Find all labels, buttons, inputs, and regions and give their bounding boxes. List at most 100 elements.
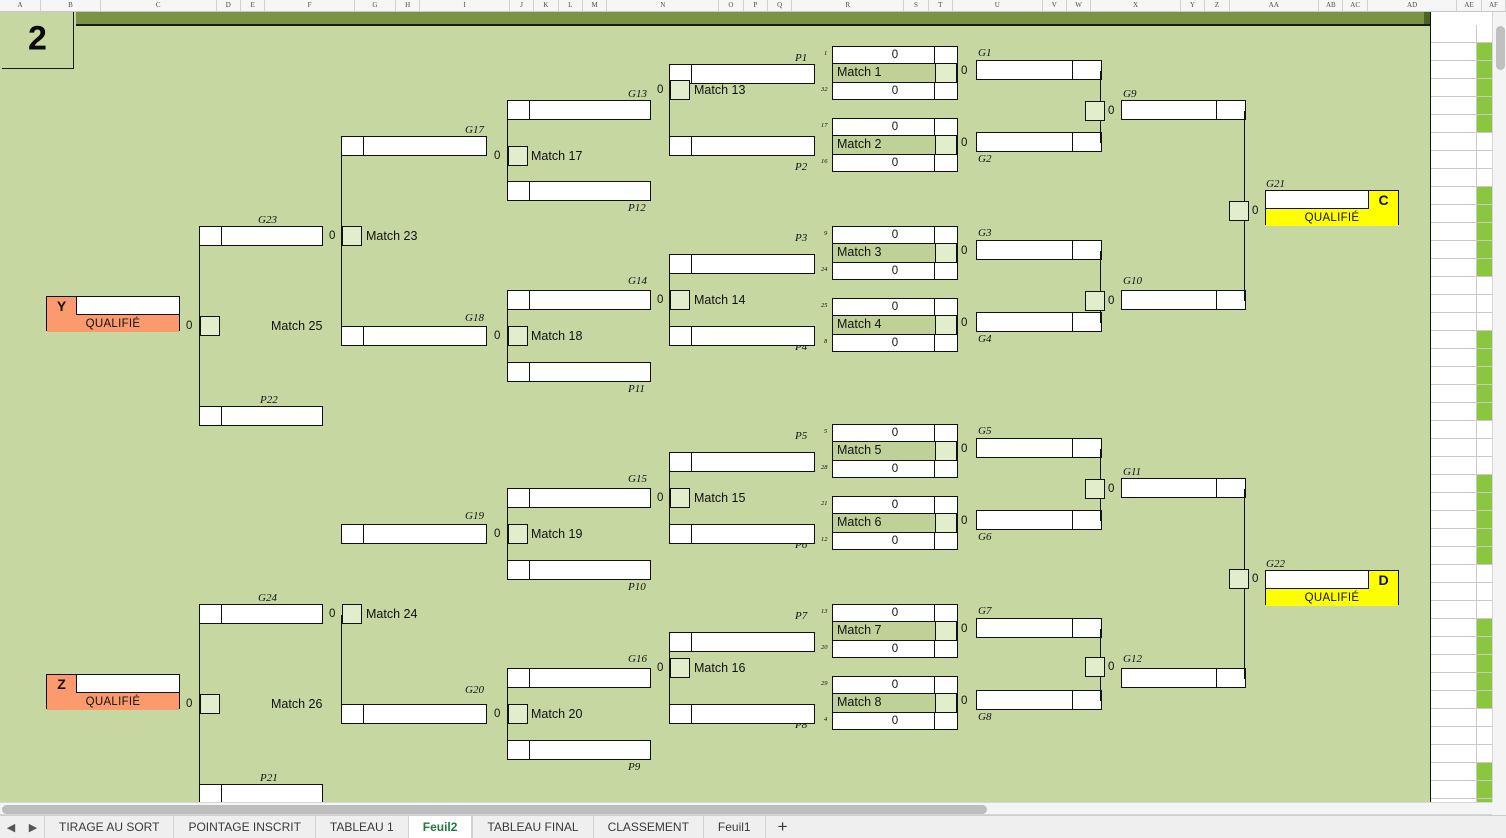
right-grid-area[interactable] — [1430, 12, 1493, 802]
flag-cell[interactable] — [1476, 367, 1493, 384]
grid-row[interactable] — [1431, 277, 1493, 295]
column-header-f[interactable]: F — [265, 0, 355, 11]
column-header-ab[interactable]: AB — [1319, 0, 1344, 11]
qualifier-z[interactable]: Z QUALIFIÉ — [46, 674, 180, 710]
grid-row[interactable] — [1431, 619, 1493, 637]
column-header-g[interactable]: G — [355, 0, 397, 11]
flag-cell[interactable] — [1476, 529, 1493, 546]
flag-cell[interactable] — [1476, 97, 1493, 114]
column-header-aa[interactable]: AA — [1230, 0, 1320, 11]
spreadsheet-canvas[interactable]: 2 0 Match 1 0 1 32 0 0 Match 2 0 17 16 0… — [0, 12, 1506, 802]
flag-cell[interactable] — [1476, 691, 1493, 708]
grid-row[interactable] — [1431, 133, 1493, 151]
slot-p7-box[interactable] — [669, 631, 815, 653]
flag-cell[interactable] — [1476, 331, 1493, 348]
match-4-top-score[interactable]: 0 — [832, 297, 958, 317]
winner-cell-g11-feed[interactable] — [1085, 479, 1105, 499]
grid-row[interactable] — [1431, 61, 1493, 79]
column-header-ae[interactable]: AE — [1457, 0, 1482, 11]
grid-row[interactable] — [1431, 403, 1493, 421]
grid-row[interactable] — [1431, 475, 1493, 493]
match-6-top-score[interactable]: 0 — [832, 495, 958, 515]
column-header-bar[interactable]: A B C D E F G H I J K L M N O P Q R S T U V W X Y Z AA AB AC AD AE AF — [0, 0, 1506, 12]
grid-row[interactable] — [1431, 313, 1493, 331]
grid-row[interactable] — [1431, 151, 1493, 169]
flag-cell[interactable] — [1476, 25, 1493, 42]
slot-p9[interactable] — [507, 739, 651, 761]
flag-cell[interactable] — [1476, 565, 1493, 582]
prev-sheet-icon[interactable]: ◀ — [7, 821, 15, 834]
slot-g15[interactable] — [507, 487, 651, 509]
column-header-ac[interactable]: AC — [1343, 0, 1368, 11]
column-header-h[interactable]: H — [396, 0, 421, 11]
slot-p5-box[interactable] — [669, 451, 815, 473]
match-14-winner-cell[interactable] — [670, 290, 690, 310]
match-2-top-score[interactable]: 0 — [832, 117, 958, 137]
match-2-bottom-score[interactable]: 0 — [832, 153, 958, 173]
match-5-bottom-score[interactable]: 0 — [832, 459, 958, 479]
grid-row[interactable] — [1431, 43, 1493, 61]
slot-p4-box[interactable] — [669, 325, 815, 347]
grid-row[interactable] — [1431, 241, 1493, 259]
grid-row[interactable] — [1431, 25, 1493, 43]
flag-cell[interactable] — [1476, 493, 1493, 510]
grid-row[interactable] — [1431, 457, 1493, 475]
flag-cell[interactable] — [1476, 115, 1493, 132]
slot-g16[interactable] — [507, 667, 651, 689]
match-7-top-score[interactable]: 0 — [832, 603, 958, 623]
column-header-a[interactable]: A — [0, 0, 42, 11]
column-header-z[interactable]: Z — [1205, 0, 1230, 11]
slot-g13[interactable] — [507, 99, 651, 121]
grid-row[interactable] — [1431, 385, 1493, 403]
winner-cell-g9-feed[interactable] — [1085, 101, 1105, 121]
match-1-top-score[interactable]: 0 — [832, 45, 958, 65]
column-header-q[interactable]: Q — [768, 0, 793, 11]
flag-cell[interactable] — [1476, 151, 1493, 168]
column-header-w[interactable]: W — [1067, 0, 1092, 11]
match-5-winner-cell[interactable] — [935, 442, 957, 460]
grid-row[interactable] — [1431, 295, 1493, 313]
flag-cell[interactable] — [1476, 295, 1493, 312]
flag-cell[interactable] — [1476, 187, 1493, 204]
column-header-m[interactable]: M — [583, 0, 608, 11]
round-number-cell[interactable]: 2 — [2, 12, 74, 69]
grid-row[interactable] — [1431, 205, 1493, 223]
sheet-tab-bar[interactable]: ◀ ▶ TIRAGE AU SORT POINTAGE INSCRIT TABLEA… — [0, 815, 1506, 838]
grid-row[interactable] — [1431, 223, 1493, 241]
winner-cell-g12-feed[interactable] — [1085, 657, 1105, 677]
flag-cell[interactable] — [1476, 763, 1493, 780]
grid-row[interactable] — [1431, 565, 1493, 583]
flag-cell[interactable] — [1476, 277, 1493, 294]
column-header-v[interactable]: V — [1043, 0, 1067, 11]
match-24-winner-cell[interactable] — [342, 604, 362, 624]
slot-p8-box[interactable] — [669, 703, 815, 725]
match-4-winner-cell[interactable] — [935, 316, 957, 334]
qualifier-c[interactable]: C QUALIFIÉ — [1265, 190, 1399, 226]
column-header-b[interactable]: B — [41, 0, 101, 11]
column-header-u[interactable]: U — [953, 0, 1043, 11]
flag-cell[interactable] — [1476, 133, 1493, 150]
flag-cell[interactable] — [1476, 583, 1493, 600]
slot-g19[interactable] — [341, 523, 487, 545]
sheet-nav-arrows[interactable]: ◀ ▶ — [0, 816, 44, 838]
winner-cell-g22-feed[interactable] — [1229, 569, 1249, 589]
slot-p6-box[interactable] — [669, 523, 815, 545]
flag-cell[interactable] — [1476, 673, 1493, 690]
flag-cell[interactable] — [1476, 385, 1493, 402]
grid-row[interactable] — [1431, 187, 1493, 205]
match-20-winner-cell[interactable] — [508, 704, 528, 724]
grid-row[interactable] — [1431, 529, 1493, 547]
flag-cell[interactable] — [1476, 313, 1493, 330]
sheet-tab-feuil2[interactable]: Feuil2 — [407, 816, 473, 838]
sheet-tab-tirage-au-sort[interactable]: TIRAGE AU SORT — [44, 816, 174, 838]
flag-cell[interactable] — [1476, 421, 1493, 438]
column-header-n[interactable]: N — [607, 0, 720, 11]
slot-p2-box[interactable] — [669, 135, 815, 157]
grid-row[interactable] — [1431, 745, 1493, 763]
flag-cell[interactable] — [1476, 61, 1493, 78]
slot-g17[interactable] — [341, 135, 487, 157]
flag-cell[interactable] — [1476, 43, 1493, 60]
slot-p10[interactable] — [507, 559, 651, 581]
match-25-winner-cell[interactable] — [200, 316, 220, 336]
winner-cell-g21-feed[interactable] — [1229, 201, 1249, 221]
